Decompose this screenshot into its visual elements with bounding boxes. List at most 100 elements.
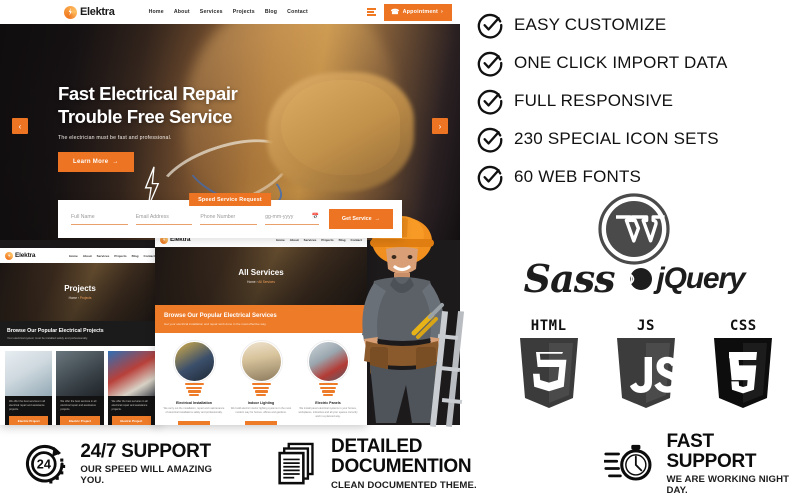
header-actions: ☎ Appointment › bbox=[366, 3, 452, 21]
phone-placeholder: Phone Number bbox=[200, 213, 236, 220]
nav-item-blog[interactable]: Blog bbox=[132, 254, 139, 258]
feature-item: 230 SPECIAL ICON SETS bbox=[476, 120, 792, 158]
sass-logo: Sass bbox=[523, 256, 616, 301]
hero-content: Fast Electrical Repair Trouble Free Serv… bbox=[58, 82, 238, 172]
technology-logos: Sass jQuery bbox=[476, 192, 792, 298]
projects-page-screenshot: Elektra Home About Services Projects Blo… bbox=[0, 248, 160, 425]
projects-section-heading: Browse Our Popular Electrical Projects Y… bbox=[0, 321, 160, 346]
jquery-mark-icon bbox=[626, 268, 652, 290]
bulb-base-icon bbox=[318, 383, 338, 397]
services-banner-title: All Services bbox=[238, 268, 284, 277]
bottom-title: DETAILED DOCUMENTION bbox=[331, 436, 472, 477]
brand-row: Sass jQuery bbox=[476, 260, 792, 298]
breadcrumb-home[interactable]: Home bbox=[247, 280, 256, 284]
services-page-banner: All Services Home › All Services bbox=[155, 247, 367, 305]
shield-css3-label: CSS bbox=[729, 318, 757, 334]
chevron-right-icon: › bbox=[441, 9, 443, 15]
nav-item-contact[interactable]: Contact bbox=[143, 254, 155, 258]
calendar-icon[interactable]: 📅 bbox=[311, 213, 318, 220]
service-card[interactable]: Electric Panels We install panel electri… bbox=[297, 341, 359, 425]
projects-grid: We offer the best services in all electr… bbox=[0, 346, 160, 425]
full-name-input[interactable]: Full Name bbox=[71, 214, 128, 225]
slider-prev-button[interactable]: ‹ bbox=[12, 118, 28, 134]
arrow-right-icon: → bbox=[374, 216, 380, 222]
phone-input[interactable]: Phone Number bbox=[200, 213, 258, 225]
project-card[interactable]: We offer the best services in all electr… bbox=[107, 351, 155, 425]
check-circle-icon bbox=[477, 13, 503, 39]
bottom-title: 24/7 SUPPORT bbox=[80, 440, 211, 462]
hero-title-line-2: Trouble Free Service bbox=[58, 106, 233, 128]
email-placeholder: Email Address bbox=[135, 213, 169, 220]
project-card[interactable]: We offer the best services in all electr… bbox=[56, 351, 104, 425]
nav-item-blog[interactable]: Blog bbox=[265, 9, 277, 15]
nav-item-home[interactable]: Home bbox=[69, 254, 78, 258]
bulb-icon bbox=[297, 341, 359, 397]
bottom-feature-bar: 24 24/7 SUPPORT OUR SPEED WILL AMAZING Y… bbox=[0, 428, 800, 500]
service-more-info-button[interactable]: More Info bbox=[178, 421, 210, 425]
css3-shield-icon bbox=[714, 338, 773, 408]
service-card[interactable]: Indoor Lighting We build electric interi… bbox=[230, 341, 292, 425]
bulb-icon bbox=[230, 341, 292, 397]
check-circle-icon bbox=[477, 127, 503, 153]
nav-item-about[interactable]: About bbox=[174, 9, 190, 15]
project-card[interactable]: We offer the best services in all electr… bbox=[5, 351, 53, 425]
nav-item-blog[interactable]: Blog bbox=[339, 238, 346, 242]
site-logo[interactable]: Elektra bbox=[64, 5, 115, 19]
projects-section-title: Browse Our Popular Electrical Projects bbox=[7, 328, 104, 334]
nav-item-services[interactable]: Services bbox=[97, 254, 110, 258]
project-description: We offer the best services in all electr… bbox=[60, 400, 97, 411]
project-image bbox=[56, 351, 104, 396]
project-image bbox=[107, 351, 155, 396]
shield-html5: HTML bbox=[516, 318, 582, 410]
nav-item-projects[interactable]: Projects bbox=[233, 9, 255, 15]
nav-item-projects[interactable]: Projects bbox=[114, 254, 126, 258]
tech-shield-badges: HTML JS CSS bbox=[500, 318, 792, 410]
service-more-info-button[interactable]: More Info bbox=[245, 421, 277, 425]
nav-item-about[interactable]: About bbox=[83, 254, 92, 258]
breadcrumb-home[interactable]: Home bbox=[69, 296, 78, 300]
nav-item-projects[interactable]: Projects bbox=[321, 238, 333, 242]
service-title: Electric Panels bbox=[315, 401, 341, 406]
nav-item-services[interactable]: Services bbox=[304, 238, 317, 242]
arrow-right-icon: → bbox=[112, 158, 119, 165]
feature-label: FULL RESPONSIVE bbox=[514, 91, 674, 110]
projects-shot-header: Elektra Home About Services Projects Blo… bbox=[0, 248, 160, 263]
nav-item-about[interactable]: About bbox=[290, 238, 299, 242]
bottom-subtitle: WE ARE WORKING NIGHT DAY. bbox=[666, 474, 790, 497]
project-button[interactable]: Electric Project bbox=[60, 415, 100, 425]
hamburger-icon[interactable] bbox=[366, 8, 376, 16]
hero-glove-image bbox=[280, 80, 401, 176]
services-section-heading: Browse Our Popular Electrical Services G… bbox=[155, 305, 367, 333]
feature-item: EASY CUSTOMIZE bbox=[476, 6, 792, 44]
service-card[interactable]: Electrical Installation We carry out the… bbox=[163, 341, 225, 425]
nav-item-home[interactable]: Home bbox=[276, 238, 285, 242]
service-image bbox=[173, 341, 215, 382]
nav-item-contact[interactable]: Contact bbox=[287, 9, 308, 15]
projects-shot-nav: Home About Services Projects Blog Contac… bbox=[69, 254, 155, 258]
bottom-item-text: 24/7 SUPPORT OUR SPEED WILL AMAZING YOU. bbox=[80, 440, 224, 486]
service-image bbox=[240, 341, 282, 382]
bottom-item-text: FAST SUPPORT WE ARE WORKING NIGHT DAY. bbox=[666, 431, 800, 497]
documents-icon bbox=[278, 442, 314, 485]
learn-more-button[interactable]: Learn More → bbox=[58, 151, 134, 172]
email-input[interactable]: Email Address bbox=[135, 213, 193, 225]
project-button[interactable]: Electric Project bbox=[111, 415, 151, 425]
jquery-wordmark: jQuery bbox=[656, 262, 746, 295]
elektra-logo-icon bbox=[5, 251, 13, 260]
service-title: Electrical Installation bbox=[176, 401, 212, 406]
speed-request-badge: Speed Service Request bbox=[189, 193, 271, 206]
get-service-button[interactable]: Get Service → bbox=[328, 209, 393, 229]
check-circle-icon bbox=[477, 165, 503, 191]
learn-more-label: Learn More bbox=[73, 158, 109, 165]
feature-label: EASY CUSTOMIZE bbox=[514, 15, 667, 34]
project-button[interactable]: Electric Project bbox=[9, 415, 49, 425]
nav-item-services[interactable]: Services bbox=[200, 9, 223, 15]
date-input[interactable]: gg-mm-yyyy 📅 bbox=[265, 213, 319, 225]
projects-page-banner: Projects Home › Projects bbox=[0, 263, 160, 321]
shield-js-label: JS bbox=[637, 318, 655, 334]
bottom-item-fast-support: FAST SUPPORT WE ARE WORKING NIGHT DAY. bbox=[604, 431, 800, 497]
slider-next-button[interactable]: › bbox=[432, 118, 448, 134]
nav-item-home[interactable]: Home bbox=[149, 9, 164, 15]
check-circle-icon bbox=[477, 89, 503, 115]
appointment-button[interactable]: ☎ Appointment › bbox=[383, 3, 452, 21]
